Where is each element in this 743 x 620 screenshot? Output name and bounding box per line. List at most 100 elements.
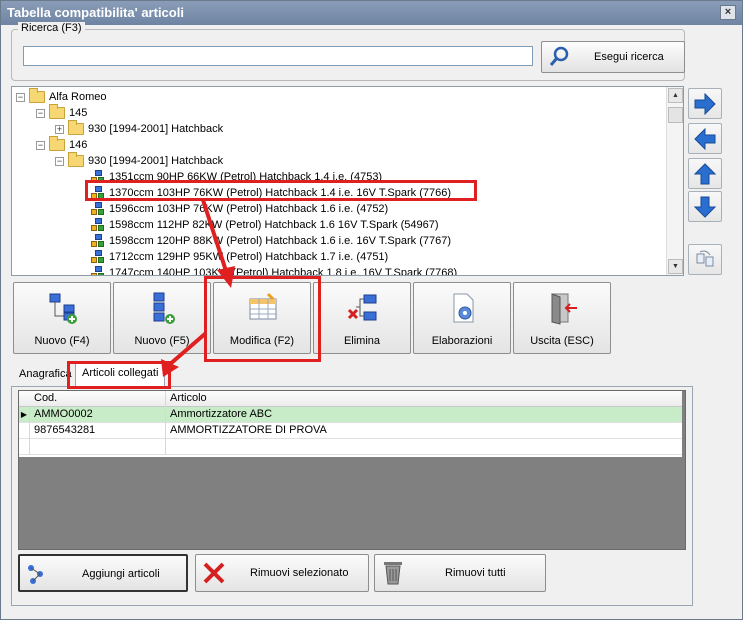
- processing-button[interactable]: Elaborazioni: [413, 282, 511, 354]
- tree-scrollbar[interactable]: ▲ ▼: [666, 87, 683, 275]
- tree-node-label: Alfa Romeo: [49, 91, 107, 103]
- red-x-icon: [203, 562, 225, 584]
- cell-cod[interactable]: AMMO0002: [30, 407, 166, 423]
- tree-node[interactable]: − 930 [1994-2001] Hatchback: [55, 152, 224, 169]
- hierarchy-icon: [91, 234, 105, 248]
- tree-node[interactable]: + 930 [1994-2001] Hatchback: [55, 120, 224, 137]
- collapse-icon[interactable]: −: [55, 156, 64, 166]
- hierarchy-icon: [91, 218, 105, 232]
- new-f5-label: Nuovo (F5): [134, 335, 190, 347]
- header-articolo[interactable]: Articolo: [166, 391, 691, 407]
- table-row[interactable]: 9876543281 AMMORTIZZATORE DI PROVA: [19, 423, 682, 439]
- magnifier-icon: [549, 46, 569, 66]
- move-up-button[interactable]: [688, 158, 722, 189]
- search-button-label: Esegui ricerca: [594, 51, 664, 63]
- hierarchy-icon: [91, 186, 105, 200]
- close-button[interactable]: ×: [720, 5, 736, 20]
- table-row-empty[interactable]: [19, 439, 682, 455]
- tree-leaf[interactable]: 1598ccm 120HP 88KW (Petrol) Hatchback 1.…: [91, 233, 451, 249]
- tree-leaf[interactable]: 1596ccm 103HP 76KW (Petrol) Hatchback 1.…: [91, 201, 388, 217]
- cell-cod[interactable]: 9876543281: [30, 423, 166, 439]
- folder-icon: [68, 120, 84, 135]
- tree-node-label: 1598ccm 120HP 88KW (Petrol) Hatchback 1.…: [109, 235, 451, 247]
- folder-icon: [49, 104, 65, 119]
- exit-door-icon: [551, 293, 577, 325]
- edit-f2-label: Modifica (F2): [229, 335, 295, 347]
- tree-leaf[interactable]: 1598ccm 112HP 82KW (Petrol) Hatchback 1.…: [91, 217, 439, 233]
- tree-node-label: 930 [1994-2001] Hatchback: [88, 123, 224, 135]
- remove-all-button[interactable]: Rimuovi tutti: [374, 554, 546, 592]
- cell-cod[interactable]: [30, 439, 166, 455]
- edit-f2-button[interactable]: Modifica (F2): [213, 282, 311, 354]
- new-f4-button[interactable]: Nuovo (F4): [13, 282, 111, 354]
- remove-selected-button[interactable]: Rimuovi selezionato: [195, 554, 369, 592]
- exit-label: Uscita (ESC): [530, 335, 594, 347]
- delete-label: Elimina: [343, 335, 381, 347]
- add-child-icon: [153, 292, 175, 324]
- cell-articolo[interactable]: AMMORTIZZATORE DI PROVA: [166, 423, 691, 439]
- table-row[interactable]: ▶ AMMO0002 Ammortizzatore ABC: [19, 407, 682, 423]
- vehicle-tree[interactable]: − Alfa Romeo − 145 + 930 [1994-2001] Hat…: [11, 86, 684, 276]
- grid-content: Cod. Articolo ▶ AMMO0002 Ammortizzatore …: [19, 391, 682, 457]
- tab-anagrafica[interactable]: Anagrafica: [13, 365, 78, 385]
- delete-node-icon: [347, 294, 377, 321]
- grid-header: Cod. Articolo: [19, 391, 682, 407]
- scroll-down-icon[interactable]: ▼: [668, 259, 683, 274]
- collapse-icon[interactable]: −: [16, 92, 25, 102]
- add-articles-button[interactable]: Aggiungi articoli: [18, 554, 188, 592]
- new-f5-button[interactable]: Nuovo (F5): [113, 282, 211, 354]
- search-group: Ricerca (F3) Esegui ricerca: [11, 22, 685, 81]
- row-selector: [19, 423, 30, 439]
- new-f4-label: Nuovo (F4): [34, 335, 90, 347]
- add-articles-icon: [28, 565, 43, 584]
- arrow-up-icon: [694, 162, 716, 184]
- cell-articolo[interactable]: Ammortizzatore ABC: [166, 407, 691, 423]
- title-bar: Tabella compatibilita' articoli ×: [1, 1, 742, 25]
- folder-icon: [49, 136, 65, 151]
- move-down-button[interactable]: [688, 191, 722, 222]
- header-cod[interactable]: Cod.: [30, 391, 166, 407]
- refresh-icon: [696, 250, 714, 266]
- move-right-button[interactable]: [688, 88, 722, 119]
- tab-articoli-collegati[interactable]: Articoli collegati: [75, 363, 166, 387]
- compatibility-window: Tabella compatibilita' articoli × Ricerc…: [0, 0, 743, 620]
- collapse-icon[interactable]: −: [36, 140, 45, 150]
- refresh-button[interactable]: [688, 244, 722, 275]
- window-title: Tabella compatibilita' articoli: [7, 5, 184, 20]
- tree-leaf[interactable]: 1747ccm 140HP 103KW (Petrol) Hatchback 1…: [91, 265, 457, 275]
- tree-node[interactable]: − Alfa Romeo: [16, 88, 107, 105]
- collapse-icon[interactable]: −: [36, 108, 45, 118]
- scroll-up-icon[interactable]: ▲: [668, 88, 683, 103]
- tree-leaf-selected[interactable]: 1370ccm 103HP 76KW (Petrol) Hatchback 1.…: [91, 185, 451, 201]
- delete-button[interactable]: Elimina: [313, 282, 411, 354]
- tree-node[interactable]: − 145: [36, 104, 88, 121]
- folder-icon: [68, 152, 84, 167]
- remove-all-label: Rimuovi tutti: [445, 567, 506, 579]
- exit-button[interactable]: Uscita (ESC): [513, 282, 611, 354]
- tree-leaf[interactable]: 1351ccm 90HP 66KW (Petrol) Hatchback 1.4…: [91, 169, 382, 185]
- scroll-thumb[interactable]: [668, 107, 683, 123]
- tree-node-label: 1712ccm 129HP 95KW (Petrol) Hatchback 1.…: [109, 251, 389, 263]
- cell-articolo[interactable]: [166, 439, 691, 455]
- search-input[interactable]: [23, 46, 533, 66]
- tree-node-label: 930 [1994-2001] Hatchback: [88, 155, 224, 167]
- move-left-button[interactable]: [688, 123, 722, 154]
- tree-leaf[interactable]: 1712ccm 129HP 95KW (Petrol) Hatchback 1.…: [91, 249, 388, 265]
- search-button[interactable]: Esegui ricerca: [541, 41, 685, 73]
- arrow-down-icon: [694, 196, 716, 218]
- tree-node[interactable]: − 146: [36, 136, 87, 153]
- processing-label: Elaborazioni: [431, 335, 493, 347]
- articles-grid[interactable]: Cod. Articolo ▶ AMMO0002 Ammortizzatore …: [18, 390, 686, 550]
- tree-node-label: 145: [69, 107, 88, 119]
- folder-icon: [29, 88, 45, 103]
- row-selector: [19, 439, 30, 455]
- edit-table-icon: [249, 292, 277, 320]
- expand-icon[interactable]: +: [55, 124, 64, 134]
- add-articles-label: Aggiungi articoli: [82, 568, 160, 580]
- row-marker-icon: ▶: [19, 407, 30, 423]
- hierarchy-icon: [91, 170, 105, 184]
- document-gear-icon: [453, 293, 474, 323]
- hierarchy-icon: [91, 202, 105, 216]
- hierarchy-icon: [91, 250, 105, 264]
- tab-strip: Anagrafica Articoli collegati: [11, 363, 691, 387]
